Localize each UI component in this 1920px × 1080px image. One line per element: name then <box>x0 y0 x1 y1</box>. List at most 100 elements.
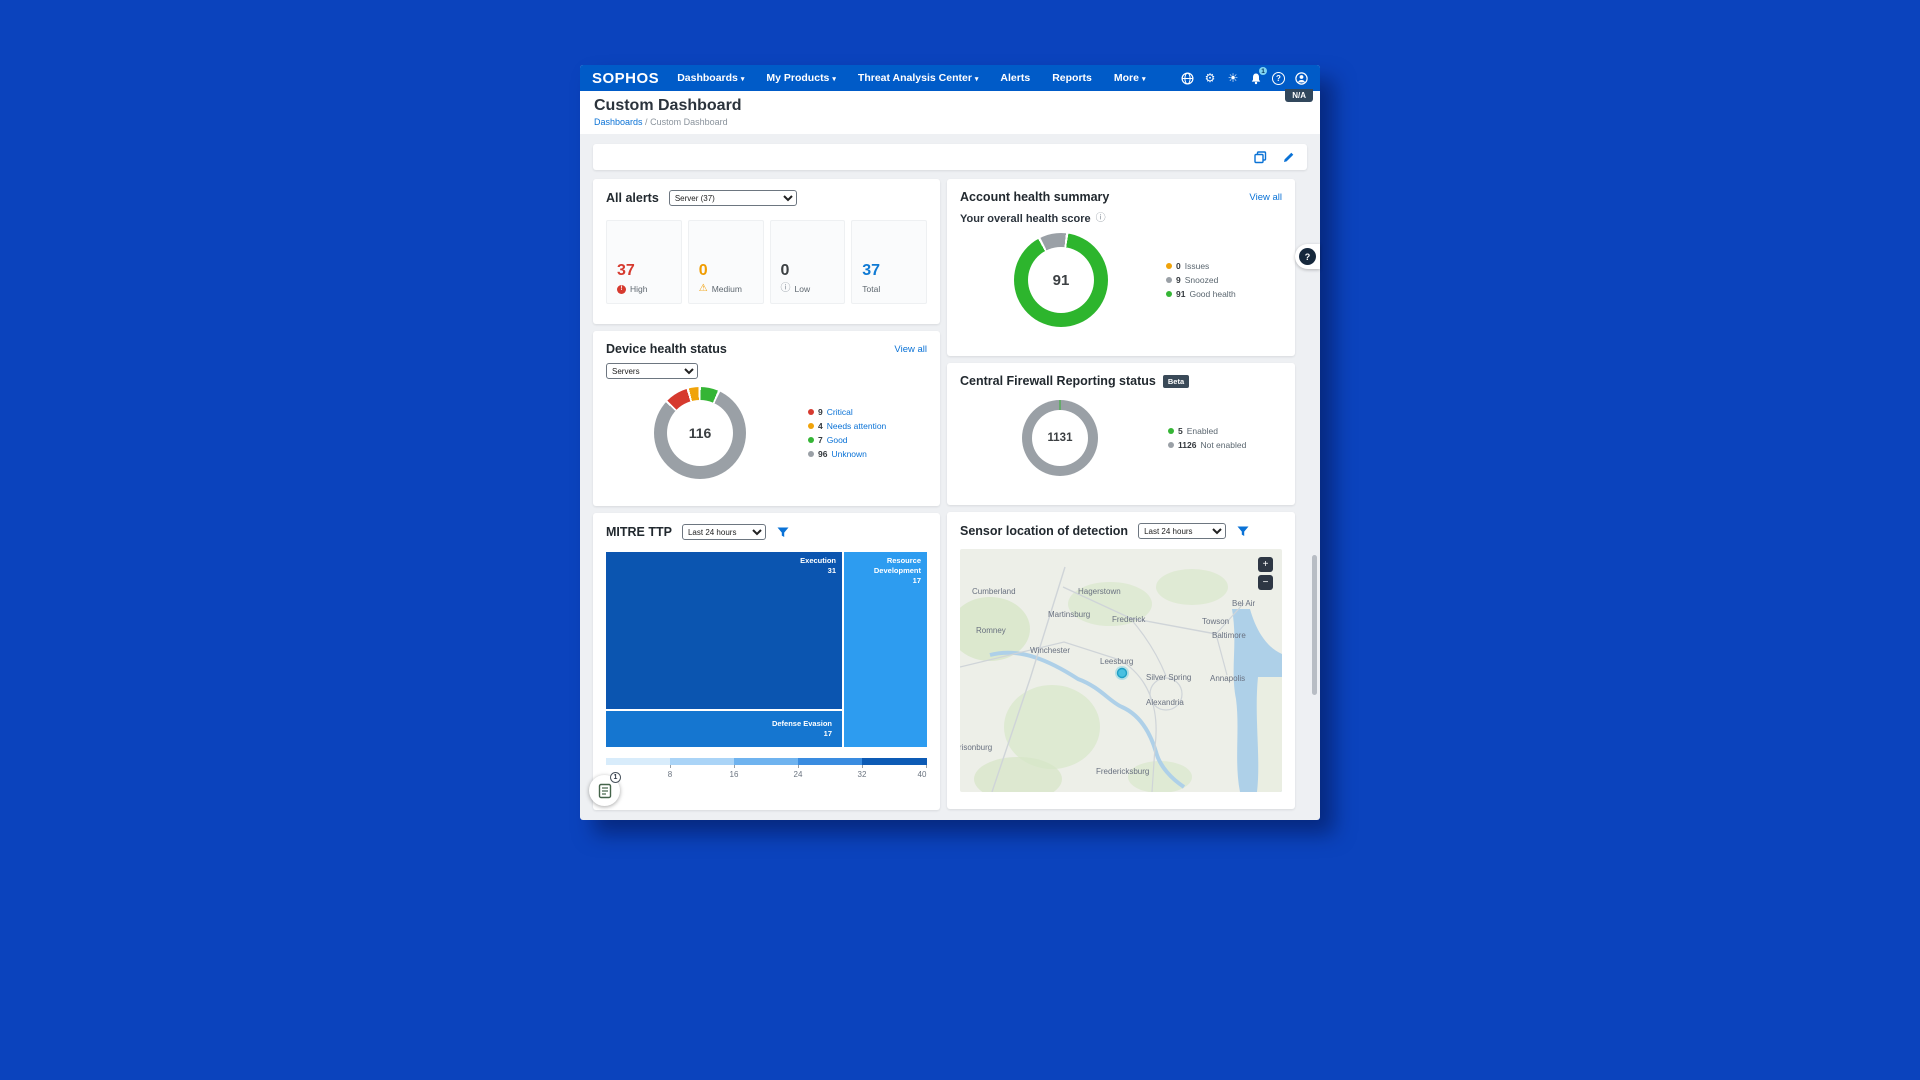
help-tab: ? <box>1295 244 1320 269</box>
firewall-donut[interactable]: 1131 <box>1022 400 1098 476</box>
firewall-legend: 5 Enabled 1126 Not enabled <box>1168 426 1246 450</box>
top-navbar: SOPHOS Dashboards ▾ My Products ▾ Threat A… <box>580 65 1320 91</box>
breadcrumb-current: Custom Dashboard <box>650 117 728 127</box>
device-type-select[interactable]: Servers <box>606 363 698 379</box>
chevron-down-icon: ▾ <box>974 76 979 83</box>
breadcrumb-separator: / <box>645 117 648 127</box>
city-label: Leesburg <box>1100 657 1133 666</box>
detection-marker[interactable] <box>1116 667 1128 679</box>
side-help-button[interactable]: ? <box>1299 248 1316 265</box>
nav-items: Dashboards ▾ My Products ▾ Threat Analysis… <box>677 72 1180 84</box>
notification-count-badge: 1 <box>1259 67 1267 75</box>
firewall-reporting-card: Central Firewall Reporting status Beta 1… <box>947 363 1295 505</box>
city-label: Martinsburg <box>1048 610 1090 619</box>
filter-icon[interactable] <box>1236 524 1250 538</box>
detection-map[interactable]: + − Cumberland Hagerstown Bel Air Martin… <box>960 549 1282 792</box>
zoom-out-button[interactable]: − <box>1258 575 1273 590</box>
account-health-view-all[interactable]: View all <box>1249 192 1282 203</box>
nav-more[interactable]: More ▾ <box>1114 72 1146 84</box>
copy-icon[interactable] <box>1253 150 1267 164</box>
notifications-icon[interactable]: 1 <box>1249 67 1267 85</box>
stat-high[interactable]: 37 ! High <box>606 220 682 304</box>
breadcrumb-dashboards[interactable]: Dashboards <box>594 117 643 127</box>
legend-dot-enabled <box>1168 428 1174 434</box>
breadcrumb: Dashboards / Custom Dashboard <box>594 117 1306 127</box>
sensor-range-select[interactable]: Last 24 hours <box>1138 523 1227 539</box>
nav-threat-analysis-center[interactable]: Threat Analysis Center ▾ <box>858 72 979 84</box>
account-icon[interactable] <box>1294 71 1308 85</box>
device-health-donut[interactable]: 116 <box>654 387 746 479</box>
app-window: SOPHOS Dashboards ▾ My Products ▾ Threat A… <box>580 65 1320 820</box>
city-label: Romney <box>976 626 1006 635</box>
nav-reports[interactable]: Reports <box>1052 72 1092 84</box>
zoom-in-button[interactable]: + <box>1258 557 1273 572</box>
device-health-title: Device health status <box>606 342 727 356</box>
chevron-down-icon: ▾ <box>740 76 745 83</box>
nav-icon-group: ⚙ ☀ 1 ? <box>1180 67 1308 85</box>
help-icon[interactable]: ? <box>1272 71 1285 85</box>
report-icon <box>598 783 611 798</box>
stat-low[interactable]: 0 ⓘ Low <box>769 220 846 304</box>
city-label: Winchester <box>1030 646 1070 655</box>
legend-dot-good-health <box>1166 291 1172 297</box>
all-alerts-card: All alerts Server (37) 37 ! High 0 ⚠ Mediu… <box>593 179 940 324</box>
mitre-treemap: Execution 31 Resource Development 17 Def… <box>606 552 927 747</box>
filter-icon[interactable] <box>776 525 790 539</box>
city-label: Baltimore <box>1212 631 1246 640</box>
info-icon[interactable]: ⓘ <box>1096 214 1106 224</box>
edit-pencil-icon[interactable] <box>1281 150 1295 164</box>
globe-icon[interactable] <box>1180 71 1194 85</box>
legend-dot-critical <box>808 409 814 415</box>
page-title: Custom Dashboard <box>594 97 742 114</box>
stat-total[interactable]: 37 Total <box>851 220 927 304</box>
legend-dot-snoozed <box>1166 277 1172 283</box>
legend-dot-not-enabled <box>1168 442 1174 448</box>
all-alerts-title: All alerts <box>606 191 659 205</box>
dashboard-toolbar <box>593 144 1307 170</box>
chevron-down-icon: ▾ <box>1141 76 1146 83</box>
mitre-title: MITRE TTP <box>606 525 672 539</box>
firewall-title: Central Firewall Reporting status <box>960 374 1156 388</box>
nav-my-products[interactable]: My Products ▾ <box>766 72 836 84</box>
city-label: Hagerstown <box>1078 587 1121 596</box>
report-count-badge: 1 <box>610 772 621 783</box>
city-label: Silver Spring <box>1146 673 1191 682</box>
nav-alerts[interactable]: Alerts <box>1000 72 1030 84</box>
city-label: Bel Air <box>1232 599 1255 608</box>
floating-report-button[interactable]: 1 <box>589 772 621 806</box>
legend-dot-good <box>808 437 814 443</box>
mitre-ttp-card: MITRE TTP Last 24 hours Execution 31 Res… <box>593 513 940 810</box>
device-health-view-all[interactable]: View all <box>894 344 927 355</box>
legend-dot-needs-attention <box>808 423 814 429</box>
sensor-location-card: Sensor location of detection Last 24 hou… <box>947 512 1295 809</box>
city-label: Annapolis <box>1210 674 1245 683</box>
map-zoom-controls: + − <box>1258 557 1273 590</box>
status-badge: N/A <box>1285 89 1313 102</box>
city-label: Frederick <box>1112 615 1146 624</box>
treemap-cell-defense-evasion[interactable]: Defense Evasion 17 <box>606 711 842 747</box>
high-severity-icon: ! <box>617 284 626 294</box>
city-label: Harrisonburg <box>960 743 992 752</box>
vertical-scrollbar[interactable] <box>1312 555 1317 695</box>
medium-severity-icon: ⚠ <box>698 283 708 294</box>
map-canvas: Cumberland Hagerstown Bel Air Martinsbur… <box>960 566 1282 792</box>
nav-dashboards[interactable]: Dashboards ▾ <box>677 72 744 84</box>
city-label: Cumberland <box>972 587 1016 596</box>
theme-icon[interactable]: ☀ <box>1226 71 1240 85</box>
device-health-legend: 9 Critical 4 Needs attention 7 Good 96 Unkno… <box>808 407 886 459</box>
legend-dot-issues <box>1166 263 1172 269</box>
city-label: Alexandria <box>1146 698 1184 707</box>
alert-scope-select[interactable]: Server (37) <box>668 190 797 206</box>
city-label: Fredericksburg <box>1096 767 1149 776</box>
treemap-cell-resource-development[interactable]: Resource Development 17 <box>844 552 927 747</box>
dashboard-content: All alerts Server (37) 37 ! High 0 ⚠ Mediu… <box>580 134 1320 820</box>
alert-stats: 37 ! High 0 ⚠ Medium 0 ⓘ Low 37 Total <box>606 220 927 304</box>
health-score-donut[interactable]: 91 <box>1014 233 1108 327</box>
stat-medium[interactable]: 0 ⚠ Medium <box>687 220 764 304</box>
treemap-cell-execution[interactable]: Execution 31 <box>606 552 842 709</box>
treemap-scale-bar <box>606 758 927 765</box>
sophos-logo[interactable]: SOPHOS <box>592 70 659 87</box>
legend-dot-unknown <box>808 451 814 457</box>
settings-icon[interactable]: ⚙ <box>1203 71 1217 85</box>
mitre-range-select[interactable]: Last 24 hours <box>681 524 766 540</box>
